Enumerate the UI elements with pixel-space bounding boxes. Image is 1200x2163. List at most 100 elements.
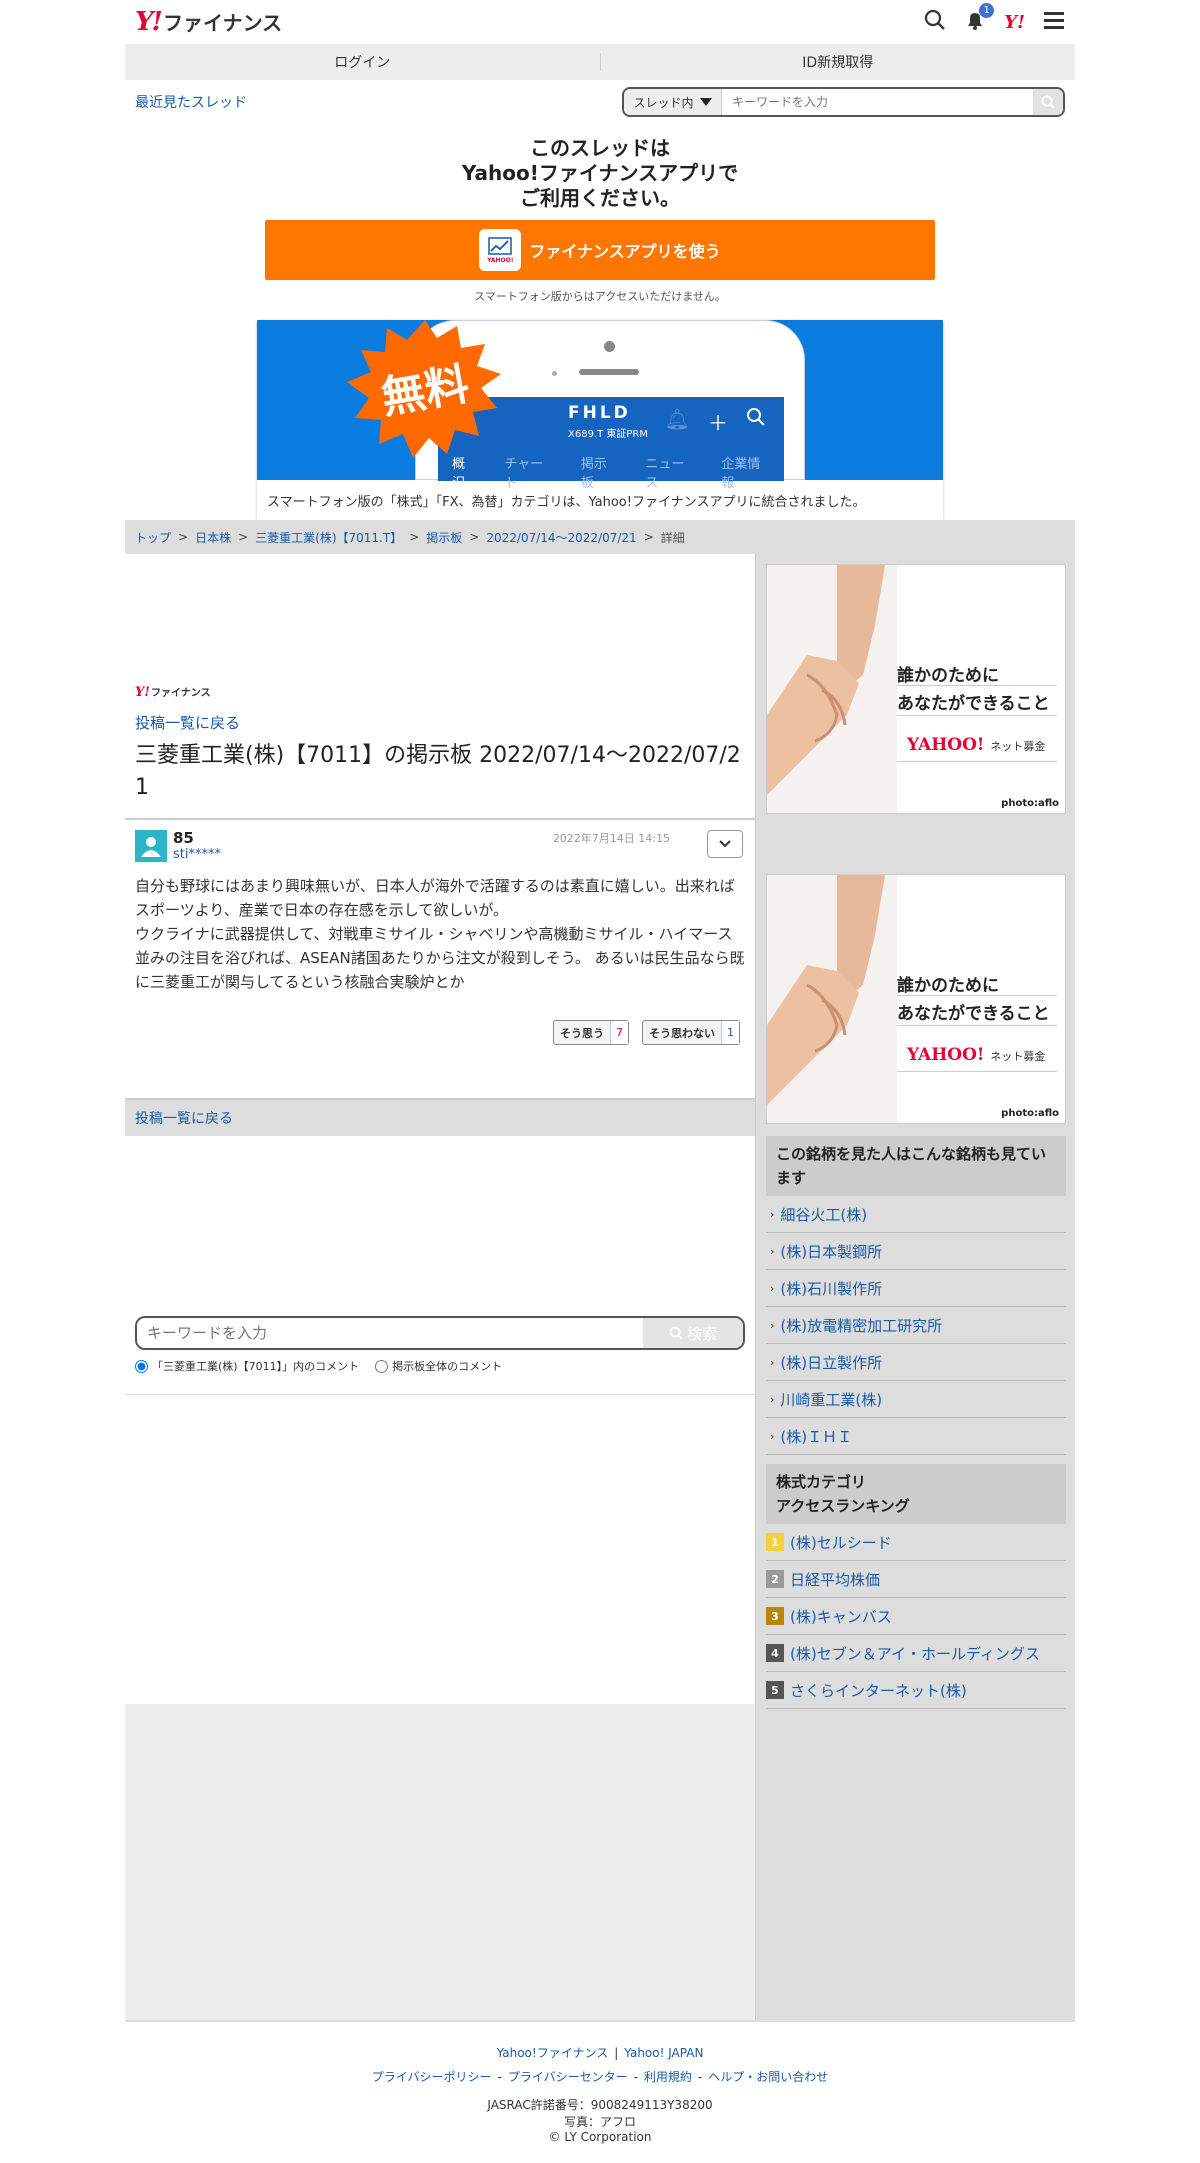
post-user-link[interactable]: sti***** <box>173 847 221 862</box>
agree-label: そう思う <box>560 1026 604 1040</box>
chevron-right-icon: › <box>770 1207 775 1221</box>
post-date: 2022年7月14日 14:15 <box>552 832 670 845</box>
ranking-item[interactable]: 5 さくらインターネット(株) <box>766 1672 1066 1709</box>
footer-link[interactable]: プライバシーポリシー <box>372 2070 492 2084</box>
search-submit-button[interactable] <box>1033 89 1063 115</box>
thread-search-form: スレッド内 <box>622 87 1065 117</box>
related-stock-link[interactable]: › (株)石川製作所 <box>766 1270 1066 1307</box>
chevron-right-icon: › <box>770 1244 775 1258</box>
ranking-item-name: 日経平均株価 <box>790 1570 881 1589</box>
scope-radio-input[interactable] <box>135 1359 148 1373</box>
related-stock-link[interactable]: › 細谷火工(株) <box>766 1196 1066 1233</box>
thread-search-input[interactable] <box>722 89 1033 115</box>
sidebar: 誰かのために あなたができること YAHOO! ネット募金 photo:aflo… <box>755 554 1075 2020</box>
footer-link[interactable]: Yahoo!ファイナンス <box>497 2046 609 2060</box>
related-stock-link[interactable]: › (株)ＩＨＩ <box>766 1418 1066 1455</box>
notification-bell-icon[interactable]: 1 <box>964 3 995 35</box>
ad-brand-sub: ネット募金 <box>990 740 1046 753</box>
disagree-button[interactable]: そう思わない 1 <box>642 1020 740 1045</box>
search-icon <box>746 407 766 436</box>
related-stock-link[interactable]: › 川崎重工業(株) <box>766 1381 1066 1418</box>
chevron-right-icon: › <box>770 1281 775 1295</box>
divider <box>125 1394 755 1395</box>
related-stock-link[interactable]: › (株)日立製作所 <box>766 1344 1066 1381</box>
phone-icons: 🔔︎ ＋ <box>665 407 766 436</box>
ranking-item[interactable]: 2 日経平均株価 <box>766 1561 1066 1598</box>
open-app-button-label: ファイナンスアプリを使う <box>529 242 721 261</box>
post-menu-button[interactable] <box>707 830 743 858</box>
ad-brand: YAHOO! ネット募金 <box>907 1045 1045 1065</box>
donation-ad[interactable]: 誰かのために あなたができること YAHOO! ネット募金 photo:aflo <box>766 874 1066 1124</box>
scope-radio-thread[interactable]: 「三菱重工業(株)【7011】」内のコメント <box>135 1358 359 1374</box>
ranking-item[interactable]: 1 (株)セルシード <box>766 1524 1066 1561</box>
search-icon[interactable] <box>924 9 946 35</box>
footer-link[interactable]: Yahoo! JAPAN <box>624 2046 703 2060</box>
breadcrumb-link[interactable]: トップ <box>135 529 171 546</box>
rank-badge: 1 <box>766 1533 784 1551</box>
scope-radio-all[interactable]: 掲示板全体のコメント <box>375 1358 502 1374</box>
recent-search-row: 最近見たスレッド スレッド内 <box>125 82 1075 122</box>
user-avatar-icon[interactable] <box>135 830 167 862</box>
ranking-item[interactable]: 4 (株)セブン＆アイ・ホールディングス <box>766 1635 1066 1672</box>
promo-title-line: ご利用ください。 <box>520 186 680 210</box>
ranking-item-name: さくらインターネット(株) <box>790 1681 967 1700</box>
related-stock-name: (株)日本製鋼所 <box>780 1242 883 1261</box>
footer-link[interactable]: ヘルプ・お問い合わせ <box>708 2070 828 2084</box>
bell-icon: 🔔︎ <box>664 407 690 431</box>
back-to-list-link[interactable]: 投稿一覧に戻る <box>135 1108 233 1128</box>
hands-photo <box>767 875 897 1123</box>
footer-links-secondary: プライバシーポリシー - プライバシーセンター - 利用規約 - ヘルプ・お問い合わせ <box>371 2070 829 2084</box>
ad-brand-logo: YAHOO! <box>907 1045 985 1065</box>
breadcrumb-link[interactable]: 日本株 <box>195 529 231 546</box>
related-stock-link[interactable]: › (株)日本製鋼所 <box>766 1233 1066 1270</box>
related-stock-name: (株)石川製作所 <box>780 1279 883 1298</box>
photo-credit: 写真：アフロ <box>563 2115 636 2129</box>
ad-line: 誰かのために <box>897 976 999 996</box>
rank-badge: 4 <box>766 1644 784 1662</box>
scope-radio-input[interactable] <box>375 1359 389 1373</box>
promo-title-line: このスレッドは <box>530 136 670 160</box>
ranking-heading-line: アクセスランキング <box>776 1497 910 1515</box>
related-stocks-list: › 細谷火工(株) › (株)日本製鋼所 › (株)石川製作所 › (株)放電精密加工研… <box>766 1196 1066 1455</box>
scope-radio-label: 「三菱重工業(株)【7011】」内のコメント <box>152 1360 360 1373</box>
ranking-item-name: (株)セルシード <box>790 1533 892 1552</box>
breadcrumb-link[interactable]: 掲示板 <box>426 529 462 546</box>
breadcrumb-link[interactable]: 2022/07/14〜2022/07/21 <box>486 529 636 546</box>
related-stock-name: 川崎重工業(株) <box>780 1390 883 1409</box>
yahoo-japan-icon[interactable]: Y! <box>1004 12 1025 33</box>
ranking-item[interactable]: 3 (株)キャンバス <box>766 1598 1066 1635</box>
post-body: 自分も野球にはあまり興味無いが、日本人が海外で活躍するのは素直に嬉しい。出来れば… <box>135 874 745 994</box>
comment-search-button[interactable]: 検索 <box>643 1318 743 1348</box>
yahoo-finance-logo[interactable]: Y! ファイナンス <box>135 7 282 37</box>
login-bar: ログイン ID新規取得 <box>125 44 1075 80</box>
donation-ad[interactable]: 誰かのために あなたができること YAHOO! ネット募金 photo:aflo <box>766 564 1066 814</box>
related-stock-name: (株)ＩＨＩ <box>780 1427 853 1446</box>
recent-threads-link[interactable]: 最近見たスレッド <box>135 92 247 112</box>
chevron-down-icon <box>719 840 731 848</box>
plus-icon: ＋ <box>708 411 728 435</box>
app-integration-banner[interactable]: FHLD X689.T 東証PRM 🔔︎ ＋ 概況 チャート 掲示板 ニュース … <box>257 320 943 520</box>
mini-logo-text: ファイナンス <box>151 688 211 699</box>
ad-photo-credit: photo:aflo <box>1001 1108 1059 1119</box>
comment-search-input[interactable] <box>137 1318 643 1348</box>
breadcrumb-link[interactable]: 三菱重工業(株)【7011.T】 <box>255 529 402 546</box>
ad-brand: YAHOO! ネット募金 <box>907 735 1045 755</box>
signup-link[interactable]: ID新規取得 <box>601 52 1076 72</box>
free-badge-icon: 無料 <box>347 320 501 458</box>
footer-link[interactable]: 利用規約 <box>644 2070 692 2084</box>
chevron-right-icon: › <box>770 1392 775 1406</box>
banner-caption: スマートフォン版の「株式」「FX、為替」カテゴリは、Yahoo!ファイナンスアプ… <box>267 494 866 510</box>
login-link[interactable]: ログイン <box>125 52 600 72</box>
search-scope-select[interactable]: スレッド内 <box>624 89 722 115</box>
footer-link[interactable]: プライバシーセンター <box>508 2070 628 2084</box>
hamburger-menu-icon[interactable] <box>1043 10 1065 34</box>
related-stock-name: 細谷火工(株) <box>780 1205 868 1224</box>
related-stock-link[interactable]: › (株)放電精密加工研究所 <box>766 1307 1066 1344</box>
back-to-list-link[interactable]: 投稿一覧に戻る <box>135 712 240 733</box>
chevron-right-icon: › <box>770 1429 775 1443</box>
agree-button[interactable]: そう思う 7 <box>553 1020 629 1045</box>
post-body-paragraph: ウクライナに武器提供して、対戦車ミサイル・シャベリンや高機動ミサイル・ハイマース… <box>135 925 745 991</box>
open-finance-app-button[interactable]: YAHOO! ファイナンスアプリを使う <box>265 220 935 280</box>
disagree-label: そう思わない <box>649 1026 715 1040</box>
footer-links-primary: Yahoo!ファイナンス | Yahoo! JAPAN <box>496 2046 704 2060</box>
